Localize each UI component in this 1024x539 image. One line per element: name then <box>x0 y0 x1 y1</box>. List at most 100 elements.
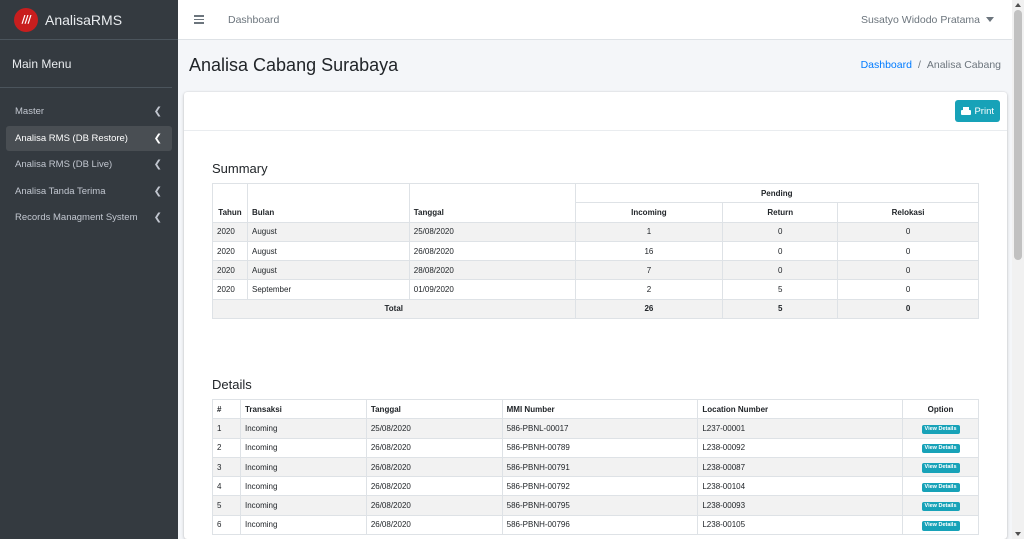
details-cell-option: View Details <box>902 437 979 458</box>
details-header-transaksi: Transaksi <box>239 398 367 420</box>
card-header: Print <box>184 92 1007 131</box>
details-header-location: Location Number <box>697 398 904 420</box>
chevron-left-icon: ❮ <box>153 159 162 170</box>
details-cell-tanggal: 26/08/2020 <box>365 456 503 478</box>
summary-total-relokasi: 0 <box>837 298 979 320</box>
view-details-button[interactable]: View Details <box>921 463 960 473</box>
top-navbar: Dashboard Susatyo Widodo Pratama <box>178 0 1012 40</box>
summary-title: Summary <box>212 161 268 176</box>
brand-link[interactable]: /// AnalisaRMS <box>0 0 178 40</box>
scroll-down-arrow-icon[interactable] <box>1015 532 1021 536</box>
sidebar-item-analisa-rms-db-restore[interactable]: Analisa RMS (DB Restore) ❮ <box>6 125 172 151</box>
sidebar-item-label: Analisa RMS (DB Live) <box>15 159 113 170</box>
scrollbar-thumb[interactable] <box>1014 10 1022 260</box>
table-row: 2020 September 01/09/2020 2 5 0 <box>212 279 979 300</box>
table-row: 6 Incoming 26/08/2020 586-PBNH-00796 L23… <box>212 514 979 536</box>
summary-cell-tanggal: 01/09/2020 <box>408 279 576 300</box>
summary-cell-tanggal: 28/08/2020 <box>408 260 576 281</box>
summary-cell-bulan: September <box>246 279 410 300</box>
summary-cell-bulan: August <box>246 240 410 262</box>
details-cell-tanggal: 26/08/2020 <box>365 437 503 458</box>
summary-cell-tahun: 2020 <box>212 279 248 300</box>
summary-cell-relokasi: 0 <box>837 221 979 242</box>
sidebar-item-records-managment-system[interactable]: Records Managment System ❮ <box>6 205 172 230</box>
summary-cell-tahun: 2020 <box>212 260 248 281</box>
view-details-button[interactable]: View Details <box>921 482 960 493</box>
table-row: 2020 August 26/08/2020 16 0 0 <box>212 240 979 262</box>
page-scrollbar[interactable] <box>1012 0 1024 539</box>
analysis-card: Print Summary Tahun Bulan Tanggal Pendin… <box>184 92 1007 539</box>
sidebar: /// AnalisaRMS Main Menu Master ❮ Analis… <box>0 0 178 539</box>
sidebar-item-label: Records Managment System <box>15 212 138 223</box>
summary-cell-incoming: 16 <box>574 240 724 262</box>
chevron-left-icon: ❮ <box>153 132 162 144</box>
summary-cell-relokasi: 0 <box>837 279 979 300</box>
details-cell-location: L238-00104 <box>697 476 904 497</box>
details-cell-location: L238-00092 <box>697 437 904 458</box>
details-cell-location: L237-00001 <box>697 418 904 439</box>
details-cell-transaksi: Incoming <box>239 456 367 478</box>
details-cell-no: 1 <box>212 418 241 439</box>
details-cell-transaksi: Incoming <box>239 437 367 458</box>
summary-cell-incoming: 7 <box>574 260 724 281</box>
view-details-button[interactable]: View Details <box>921 501 960 512</box>
caret-down-icon <box>986 17 994 22</box>
details-cell-option: View Details <box>902 456 979 478</box>
details-cell-no: 2 <box>212 437 241 458</box>
summary-cell-tanggal: 25/08/2020 <box>408 221 576 242</box>
table-row: 2020 August 25/08/2020 1 0 0 <box>212 221 979 242</box>
sidebar-item-analisa-tanda-terima[interactable]: Analisa Tanda Terima ❮ <box>6 179 172 204</box>
user-name: Susatyo Widodo Pratama <box>860 13 980 26</box>
details-cell-tanggal: 26/08/2020 <box>365 476 503 497</box>
print-button[interactable]: Print <box>955 100 1000 122</box>
summary-total-label: Total <box>212 298 576 320</box>
breadcrumb-current: Analisa Cabang <box>926 59 1001 71</box>
details-cell-option: View Details <box>902 495 979 516</box>
print-button-label: Print <box>974 105 994 117</box>
sidebar-item-label: Analisa Tanda Terima <box>15 185 106 197</box>
summary-cell-return: 0 <box>722 221 839 242</box>
summary-header-bulan: Bulan <box>246 183 410 223</box>
breadcrumb-dashboard-link[interactable]: Dashboard <box>861 59 912 71</box>
details-cell-no: 3 <box>212 456 241 478</box>
details-cell-no: 6 <box>212 514 241 536</box>
hamburger-menu-icon[interactable] <box>194 15 204 24</box>
table-row: 1 Incoming 25/08/2020 586-PBNL-00017 L23… <box>212 418 979 439</box>
view-details-button[interactable]: View Details <box>921 443 960 454</box>
summary-header-incoming: Incoming <box>574 202 724 223</box>
topbar-dashboard-link[interactable]: Dashboard <box>228 14 279 26</box>
details-cell-mmi: 586-PBNH-00789 <box>501 437 699 458</box>
scroll-up-arrow-icon[interactable] <box>1015 3 1021 7</box>
sidebar-item-master[interactable]: Master ❮ <box>6 99 172 124</box>
details-cell-tanggal: 25/08/2020 <box>365 418 503 439</box>
chevron-left-icon: ❮ <box>153 212 162 223</box>
view-details-button[interactable]: View Details <box>921 424 960 435</box>
summary-header-tahun: Tahun <box>212 183 248 223</box>
chevron-left-icon: ❮ <box>153 106 162 117</box>
details-cell-transaksi: Incoming <box>239 418 367 439</box>
details-cell-mmi: 586-PBNH-00792 <box>501 476 699 497</box>
summary-header-tanggal: Tanggal <box>408 183 576 223</box>
summary-cell-tahun: 2020 <box>212 240 248 262</box>
view-details-button[interactable]: View Details <box>921 521 960 531</box>
summary-header-return: Return <box>722 202 839 223</box>
details-cell-location: L238-00087 <box>697 456 904 478</box>
details-cell-tanggal: 26/08/2020 <box>365 495 503 516</box>
user-dropdown[interactable]: Susatyo Widodo Pratama <box>861 14 994 26</box>
sidebar-item-label: Analisa RMS (DB Restore) <box>15 132 128 144</box>
summary-cell-return: 0 <box>722 260 839 281</box>
details-table: # Transaksi Tanggal MMI Number Location … <box>212 398 979 536</box>
sidebar-nav: Master ❮ Analisa RMS (DB Restore) ❮ Anal… <box>0 99 178 230</box>
summary-total-row: Total 26 5 0 <box>212 298 979 320</box>
summary-total-incoming: 26 <box>574 298 724 320</box>
summary-cell-return: 5 <box>722 279 839 300</box>
summary-total-return: 5 <box>722 298 839 320</box>
summary-cell-relokasi: 0 <box>837 260 979 281</box>
details-header-no: # <box>212 398 241 420</box>
chevron-left-icon: ❮ <box>153 185 162 197</box>
sidebar-item-analisa-rms-db-live[interactable]: Analisa RMS (DB Live) ❮ <box>6 152 172 177</box>
details-cell-mmi: 586-PBNH-00791 <box>501 456 699 478</box>
table-row: 5 Incoming 26/08/2020 586-PBNH-00795 L23… <box>212 495 979 516</box>
page-title: Analisa Cabang Surabaya <box>189 54 399 75</box>
details-cell-tanggal: 26/08/2020 <box>365 514 503 536</box>
